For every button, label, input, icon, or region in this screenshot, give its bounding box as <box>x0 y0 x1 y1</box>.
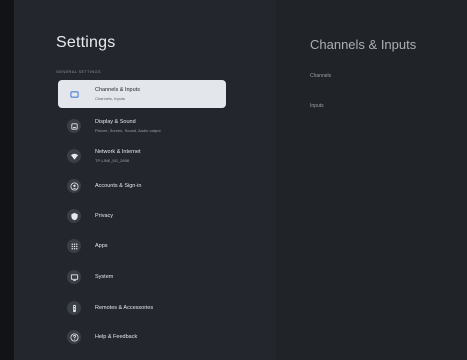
menu-item-channels-inputs[interactable]: Channels & Inputs Channels, Inputs <box>58 80 226 108</box>
account-icon <box>67 179 81 193</box>
help-icon <box>67 330 81 344</box>
menu-item-subtitle: Channels, Inputs <box>95 96 126 101</box>
menu-item-system[interactable]: System <box>58 263 226 291</box>
shield-icon <box>67 209 81 223</box>
menu-item-label: Apps <box>95 243 108 249</box>
page-title: Settings <box>56 34 116 51</box>
apps-grid-icon <box>67 239 81 253</box>
menu-item-privacy[interactable]: Privacy <box>58 202 226 230</box>
detail-item-channels[interactable]: Channels <box>310 73 331 79</box>
tv-input-icon <box>67 87 81 101</box>
menu-item-help-feedback[interactable]: Help & Feedback <box>58 323 226 351</box>
section-label: GENERAL SETTINGS <box>56 69 101 74</box>
menu-item-label: Display & Sound <box>95 119 136 125</box>
detail-pane <box>276 0 467 360</box>
menu-item-network-internet[interactable]: Network & Internet TP-LINK_5G_2898 <box>58 142 226 170</box>
monitor-icon <box>67 270 81 284</box>
menu-item-accounts-signin[interactable]: Accounts & Sign-in <box>58 172 226 200</box>
detail-title: Channels & Inputs <box>310 37 417 52</box>
menu-item-remotes-accessories[interactable]: Remotes & Accessories <box>58 294 226 322</box>
detail-item-inputs[interactable]: Inputs <box>310 103 324 109</box>
menu-item-label: Remotes & Accessories <box>95 305 154 311</box>
menu-item-label: Privacy <box>95 213 114 219</box>
menu-item-subtitle: TP-LINK_5G_2898 <box>95 158 130 163</box>
menu-item-label: System <box>95 274 114 280</box>
remote-icon <box>67 301 81 315</box>
menu-item-label: Network & Internet <box>95 149 141 155</box>
menu-item-label: Accounts & Sign-in <box>95 183 142 189</box>
menu-item-label: Help & Feedback <box>95 334 138 340</box>
menu-item-subtitle: Picture, Screen, Sound, Audio output <box>95 128 161 133</box>
menu-item-apps[interactable]: Apps <box>58 232 226 260</box>
wifi-icon <box>67 149 81 163</box>
tv-settings-screen: Settings GENERAL SETTINGS Channels & Inp… <box>0 0 467 360</box>
display-icon <box>67 119 81 133</box>
menu-item-display-sound[interactable]: Display & Sound Picture, Screen, Sound, … <box>58 112 226 140</box>
menu-item-label: Channels & Inputs <box>95 87 140 93</box>
